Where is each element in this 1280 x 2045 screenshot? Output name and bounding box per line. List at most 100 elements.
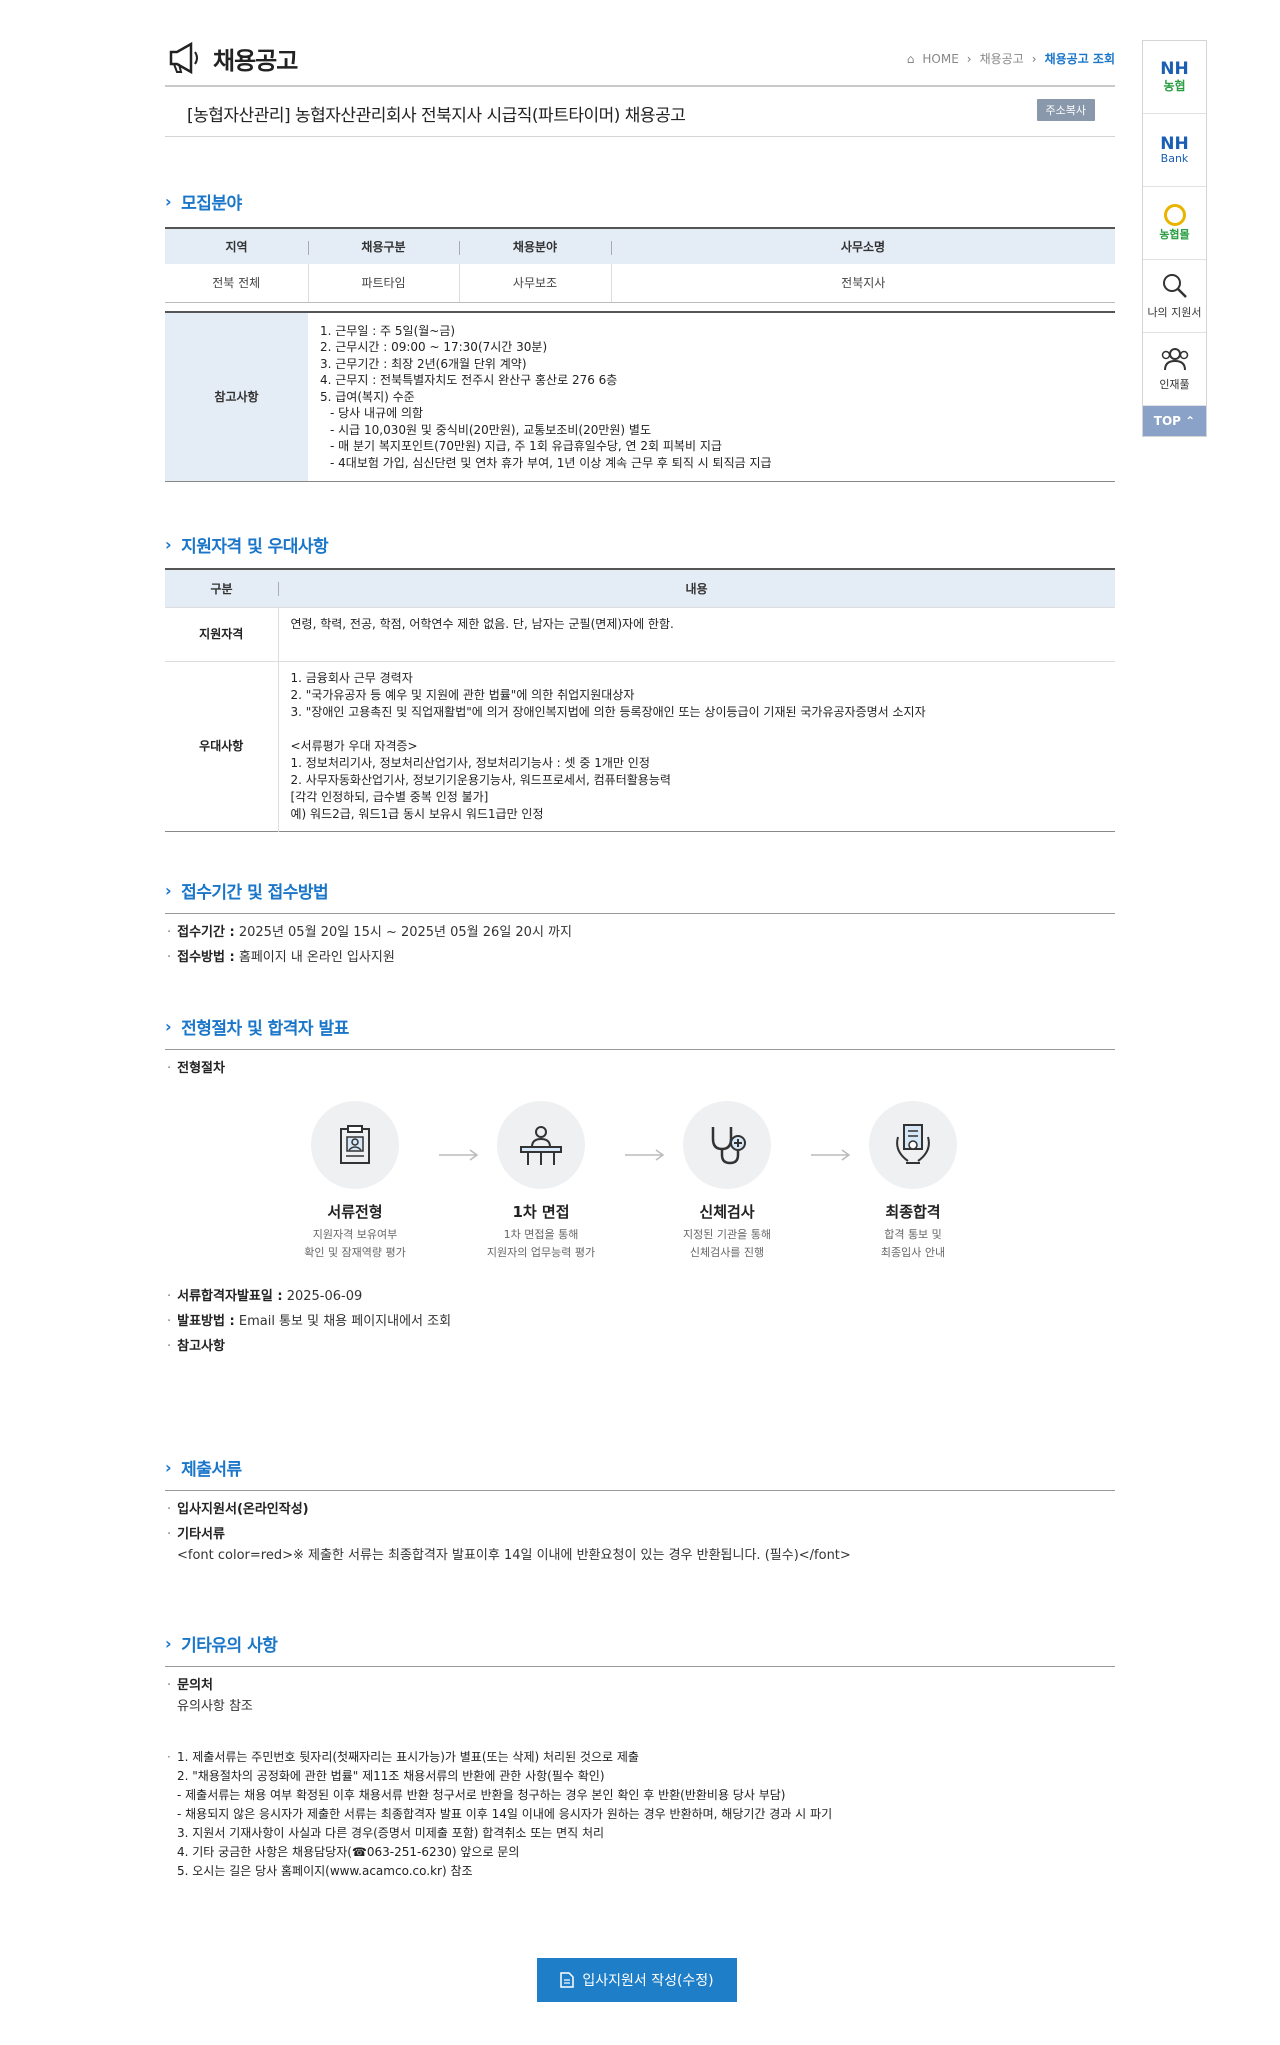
column-header: 채용분야	[459, 228, 611, 264]
step-title: 신체검사	[699, 1202, 755, 1221]
apply-button[interactable]: 입사지원서 작성(수정)	[537, 1958, 737, 2002]
value-line: [각각 인정하되, 급수별 중복 인정 불가]	[290, 789, 489, 804]
table-cell: 전북지사	[610, 264, 1115, 303]
note-line: - 4대보험 가입, 심신단련 및 연차 휴가 부여, 1년 이상 계속 근무 …	[330, 455, 772, 470]
section-heading: › 모집분야	[165, 191, 242, 214]
notes-content: 1. 근무일 : 주 5일(월~금) 2. 근무시간 : 09:00 ~ 17:…	[308, 312, 1115, 482]
quick-menu: NH 농협 NH Bank 농협몰 나의 지원서 인재풀 TOP ⌃	[1142, 40, 1207, 437]
chevron-right-icon: ›	[1031, 51, 1037, 66]
result-list: · 서류합격자발표일 : 2025-06-09 · 발표방법 : Email 통보 …	[165, 1284, 1115, 1359]
step-final: 최종합격 합격 통보 및 최종입사 안내	[848, 1100, 978, 1262]
recruit-section: › 모집분야 지역 채용구분 채용분야 사무소명 전북 전체 파트타임 사무보조 …	[165, 187, 1115, 482]
nh-mall-logo-icon	[1163, 204, 1186, 226]
table-row: 전북 전체 파트타임 사무보조 전북지사	[165, 264, 1115, 303]
process-steps: 서류전형 지원자격 보유여부 확인 및 잠재역량 평가 1차 면접 1차 면접을 …	[290, 1100, 1115, 1262]
my-application-link[interactable]: 나의 지원서	[1143, 260, 1206, 333]
step-desc: 1차 면접을 통해 지원자의 업무능력 평가	[486, 1227, 596, 1259]
list-item: · 전형절차	[167, 1060, 225, 1076]
chevron-right-icon: ›	[165, 191, 172, 211]
people-icon	[1161, 348, 1188, 371]
main-content: 채용공고 ⌂ HOME › 채용공고 › 채용공고 조회 [농협자산관리] 농협…	[165, 0, 1115, 1881]
notice-list: · 1. 제출서류는 주민번호 뒷자리(첫째자리는 표시가능)가 별표(또는 삭…	[165, 1748, 1115, 1881]
nh-logo-icon: NH	[1160, 58, 1189, 79]
list-item: · 입사지원서(온라인작성)	[167, 1501, 309, 1517]
list-item: · 접수방법 : 홈페이지 내 온라인 입사지원	[167, 949, 395, 965]
certificate-icon	[896, 1123, 930, 1164]
value-line: 1. 금융회사 근무 경력자	[290, 670, 413, 685]
notice-line: 4. 기타 궁금한 사항은 채용담당자(☎063-251-6230) 앞으로 문…	[177, 1844, 520, 1859]
row-value: 연령, 학력, 전공, 학점, 어학연수 제한 없음. 단, 남자는 군필(면제…	[278, 606, 1115, 661]
breadcrumb: ⌂ HOME › 채용공고 › 채용공고 조회	[907, 50, 1115, 67]
value-line: <서류평가 우대 자격증>	[290, 738, 418, 753]
process-section: › 전형절차 및 합격자 발표 · 전형절차 서류전형 지원자격 보유여부 확인 및 …	[165, 1010, 1115, 1359]
note-line: - 매 분기 복지포인트(70만원) 지급, 주 1회 유급휴일수당, 연 2회…	[330, 439, 722, 453]
document-edit-icon	[560, 1972, 575, 1988]
step-interview: 1차 면접 1차 면접을 통해 지원자의 업무능력 평가	[476, 1100, 606, 1262]
note-line: 4. 근무지 : 전북특별자치도 전주시 완산구 홍산로 276 6층	[320, 373, 618, 387]
post-title: [농협자산관리] 농협자산관리회사 전북지사 시급직(파트타이머) 채용공고	[187, 106, 686, 126]
notice-line: 2. "채용절차의 공정화에 관한 법률" 제11조 채용서류의 반환에 관한 …	[177, 1768, 605, 1783]
arrow-right-icon	[811, 1149, 851, 1161]
title-row: 채용공고 ⌂ HOME › 채용공고 › 채용공고 조회	[165, 0, 1115, 87]
table-cell: 파트타임	[307, 264, 459, 303]
value-line: 1. 정보처리기사, 정보처리산업기사, 정보처리기능사 : 셋 중 1개만 인…	[290, 755, 650, 770]
breadcrumb-home[interactable]: HOME	[922, 52, 958, 66]
list-item: · 발표방법 : Email 통보 및 채용 페이지내에서 조회	[167, 1313, 452, 1329]
note-line: 2. 근무시간 : 09:00 ~ 17:30(7시간 30분)	[320, 340, 548, 354]
chevron-right-icon: ›	[165, 1016, 172, 1036]
home-icon[interactable]: ⌂	[907, 52, 915, 66]
table-header-row: 지역 채용구분 채용분야 사무소명	[165, 228, 1115, 264]
breadcrumb-current[interactable]: 채용공고 조회	[1045, 50, 1115, 67]
note-line: 5. 급여(복지) 수준	[320, 389, 415, 404]
notice-line: - 제출서류는 채용 여부 확정된 이후 채용서류 반환 청구서로 반환을 청구…	[177, 1787, 786, 1802]
section-heading: › 전형절차 및 합격자 발표	[165, 1010, 1115, 1050]
column-header: 채용구분	[308, 228, 459, 264]
step-title: 서류전형	[327, 1202, 383, 1221]
interview-icon	[520, 1125, 562, 1165]
list-item: · 문의처	[167, 1677, 214, 1693]
section-heading: › 제출서류	[165, 1451, 1115, 1491]
chevron-right-icon: ›	[165, 880, 172, 900]
apply-button-label: 입사지원서 작성(수정)	[582, 1973, 714, 1989]
value-line: 예) 워드2급, 워드1급 동시 보유시 워드1급만 인정	[290, 806, 544, 821]
breadcrumb-recruit[interactable]: 채용공고	[980, 50, 1024, 67]
notice-line: 3. 지원서 기재사항이 사실과 다른 경우(증명서 미제출 포함) 합격취소 …	[177, 1825, 605, 1840]
step-desc: 지정된 기관을 통해 신체검사를 진행	[683, 1227, 771, 1259]
notes-table: 참고사항 1. 근무일 : 주 5일(월~금) 2. 근무시간 : 09:00 …	[165, 310, 1115, 482]
chevron-up-icon: ⌃	[1185, 414, 1196, 428]
docs-note: <font color=red>※ 제출한 서류는 최종합격자 발표이후 14일…	[177, 1547, 851, 1563]
notes-label: 참고사항	[165, 311, 308, 482]
table-cell: 사무보조	[458, 264, 611, 303]
list-item: · 참고사항	[167, 1338, 225, 1354]
value-line: 2. "국가유공자 등 예우 및 지원에 관한 법률"에 의한 취업지원대상자	[290, 687, 635, 702]
section-heading: › 기타유의 사항	[165, 1627, 1115, 1667]
row-label: 지원자격	[165, 606, 279, 661]
notice-line: 1. 제출서류는 주민번호 뒷자리(첫째자리는 표시가능)가 별표(또는 삭제)…	[177, 1749, 639, 1764]
copy-address-button[interactable]: 주소복사	[1036, 99, 1095, 121]
nh-nonghyup-link[interactable]: NH 농협	[1143, 41, 1206, 114]
section-heading: › 접수기간 및 접수방법	[165, 874, 1115, 914]
chevron-right-icon: ›	[165, 1633, 172, 1653]
notice-line: 5. 오시는 길은 당사 홈페이지(www.acamco.co.kr) 참조	[177, 1863, 473, 1878]
chevron-right-icon: ›	[165, 534, 172, 554]
step-desc: 합격 통보 및 최종입사 안내	[880, 1227, 946, 1259]
nh-mall-link[interactable]: 농협몰	[1143, 187, 1206, 260]
etc-section: › 기타유의 사항 · 문의처 유의사항 참조 · 1. 제출서류는 주민번호 뒷자…	[165, 1627, 1115, 1881]
chevron-right-icon: ›	[966, 51, 972, 66]
nh-bank-logo-icon: NH	[1160, 133, 1189, 154]
nh-bank-link[interactable]: NH Bank	[1143, 114, 1206, 187]
arrow-right-icon	[625, 1149, 665, 1161]
talent-pool-link[interactable]: 인재풀	[1143, 333, 1206, 406]
notice-line: - 채용되지 않은 응시자가 제출한 서류는 최종합격자 발표 이후 14일 이…	[177, 1806, 833, 1821]
chevron-right-icon: ›	[165, 1457, 172, 1477]
page-title: 채용공고	[165, 38, 298, 78]
page-title-text: 채용공고	[213, 46, 298, 75]
step-title: 최종합격	[885, 1202, 941, 1221]
arrow-right-icon	[439, 1149, 479, 1161]
search-icon	[1162, 274, 1187, 298]
column-header: 사무소명	[611, 228, 1115, 264]
top-button[interactable]: TOP ⌃	[1143, 406, 1206, 436]
list-item: · 서류합격자발표일 : 2025-06-09	[167, 1288, 363, 1304]
column-header: 내용	[278, 569, 1115, 607]
column-header: 구분	[165, 569, 278, 607]
